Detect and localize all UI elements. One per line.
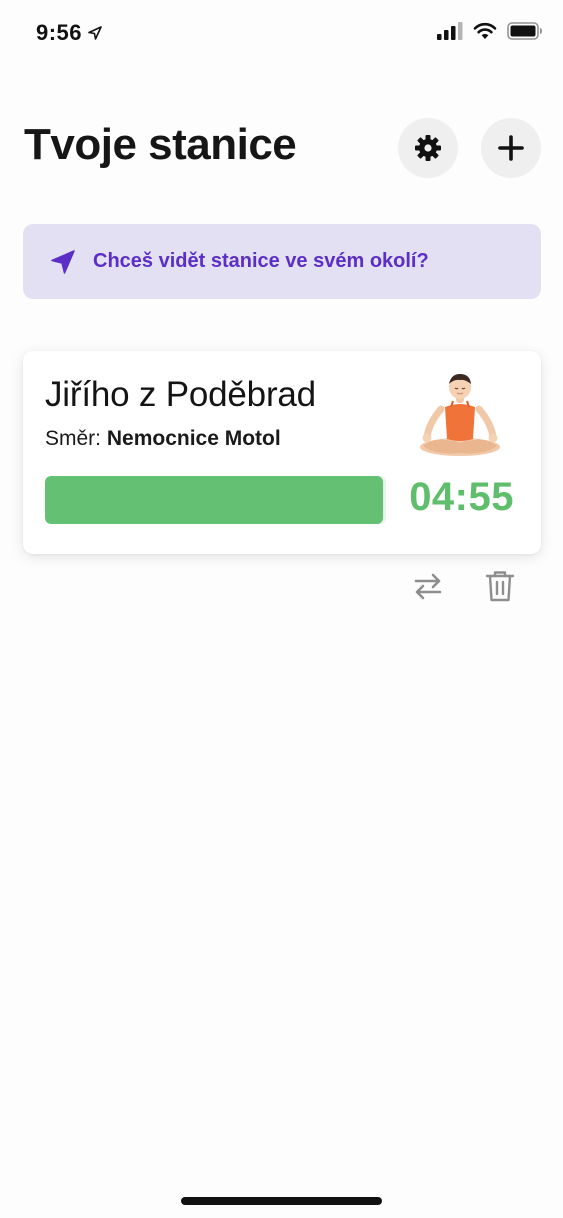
navigation-arrow-icon	[49, 248, 77, 276]
gear-icon	[415, 135, 441, 161]
station-name: Jiřího z Poděbrad	[45, 375, 316, 414]
swap-direction-button[interactable]	[410, 568, 446, 604]
status-icons	[437, 22, 543, 40]
status-bar: 9:56	[0, 0, 563, 68]
nearby-stations-banner[interactable]: Chceš vidět stanice ve svém okolí?	[23, 224, 541, 299]
station-card[interactable]: Jiřího z Poděbrad Směr: Nemocnice Motol …	[23, 351, 541, 554]
settings-button[interactable]	[398, 118, 458, 178]
battery-icon	[507, 22, 542, 40]
nearby-stations-text: Chceš vidět stanice ve svém okolí?	[93, 250, 429, 272]
page-title: Tvoje stanice	[24, 120, 297, 169]
status-time: 9:56	[36, 20, 102, 46]
trash-icon	[485, 571, 515, 602]
wifi-icon	[473, 22, 497, 39]
arrival-progress-fill	[45, 476, 383, 524]
plus-icon	[498, 135, 524, 161]
cellular-signal-icon	[437, 22, 463, 40]
add-station-button[interactable]	[481, 118, 541, 178]
direction-row: Směr: Nemocnice Motol	[45, 427, 281, 451]
location-arrow-icon	[88, 26, 102, 40]
swap-direction-icon	[414, 573, 442, 600]
direction-value: Nemocnice Motol	[106, 427, 281, 450]
status-time-text: 9:56	[36, 20, 83, 45]
arrival-countdown: 04:55	[409, 475, 514, 519]
home-indicator	[181, 1197, 382, 1205]
person-meditating-emoji	[420, 374, 500, 456]
direction-label: Směr:	[45, 427, 107, 450]
arrival-progress-bar	[45, 476, 386, 524]
delete-station-button[interactable]	[482, 568, 518, 604]
